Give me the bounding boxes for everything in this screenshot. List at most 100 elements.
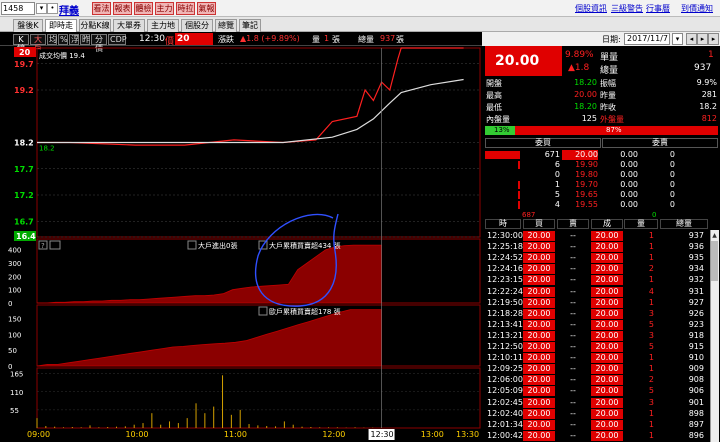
trade-cell: 5 xyxy=(648,342,654,351)
tab-4[interactable]: 主力地圖 xyxy=(147,19,179,41)
trade-cell: 20.00 xyxy=(523,308,555,319)
trade-cell: -- xyxy=(570,286,576,296)
holder-tick-label: 400 xyxy=(8,247,21,255)
chart-toggle-button[interactable]: 昨 xyxy=(80,34,90,45)
holder-tick-label: 100 xyxy=(8,287,21,295)
chart-toggle-button[interactable]: % xyxy=(58,34,68,45)
stat-value: 18.20 xyxy=(574,102,597,111)
trade-cell: 12:13:21 xyxy=(487,330,523,340)
bid-depth-bar xyxy=(485,151,520,159)
symbol-input[interactable]: 1458 xyxy=(1,2,35,15)
stat-value-2: 281 xyxy=(701,90,717,99)
func-button[interactable]: 主力 xyxy=(155,2,174,15)
trade-cell: 2 xyxy=(648,375,654,385)
tab-6[interactable]: 總覽 xyxy=(215,19,237,32)
retail-cum-label: 歐戶累積買賣超178 張 xyxy=(269,307,341,316)
trade-cell: 12:13:41 xyxy=(487,319,523,329)
trade-cell: 20.00 xyxy=(591,275,623,286)
chart-toggle-button[interactable]: CDP xyxy=(108,34,127,45)
last-price: 20.00 xyxy=(485,46,562,76)
chart-toggle-button[interactable]: 浮 xyxy=(69,34,79,45)
search-icon[interactable]: • xyxy=(47,3,58,14)
chart-toggle-button[interactable]: K線 xyxy=(13,34,29,53)
trade-cell: 20.00 xyxy=(591,386,623,397)
tab-5[interactable]: 個股分析 xyxy=(181,19,213,41)
trade-cell: 20.00 xyxy=(591,430,623,441)
trade-cell: 12:18:28 xyxy=(487,308,523,318)
intraday-chart[interactable]: 19.7 19.2 18.2 17.7 17.2 16.7 16.4 20 18.2 成交均價 1… xyxy=(0,46,482,442)
big-holder-area xyxy=(37,244,383,304)
func-button[interactable]: 時拉 xyxy=(176,2,195,15)
trade-cell: 20.00 xyxy=(523,275,555,286)
ask-price: 0.00 xyxy=(620,180,638,189)
chart-toggle-button[interactable]: 分價 xyxy=(91,34,107,53)
bid-price: 20.00 xyxy=(562,150,598,160)
trade-cell: 901 xyxy=(688,397,704,407)
dropdown-arrow-icon[interactable]: ▾ xyxy=(36,3,47,14)
trade-cell: 20.00 xyxy=(591,353,623,364)
tab-3[interactable]: 大單券商 xyxy=(113,19,145,41)
scrollbar-thumb[interactable] xyxy=(711,241,718,281)
trade-cell: 20.00 xyxy=(591,342,623,352)
ask-qty: 0 xyxy=(669,160,675,169)
next-day-button[interactable]: ▸ xyxy=(697,33,708,45)
trade-cell: -- xyxy=(570,430,576,440)
change-label: 漲跌 xyxy=(218,35,234,44)
top-link[interactable]: 三級警告 xyxy=(611,3,643,14)
time-tick-label: 12:00 xyxy=(322,430,345,439)
trade-cell: 12:10:11 xyxy=(487,353,523,363)
tab-0[interactable]: 盤後K線 xyxy=(13,19,43,41)
trade-cell: 20.00 xyxy=(591,297,623,308)
bid-qty: 0 xyxy=(554,170,560,179)
holder-tick-label: 0 xyxy=(8,300,12,308)
time-tick-label: 11:00 xyxy=(224,430,247,439)
trade-cell: 1 xyxy=(648,430,654,440)
trade-cell: 1 xyxy=(648,275,654,285)
ask-price: 0.00 xyxy=(620,160,638,169)
total-volume-value: 937 xyxy=(380,34,396,43)
tab-1[interactable]: 即時走勢 xyxy=(45,19,77,41)
stat-value: 20.00 xyxy=(574,90,597,99)
date-label: 日期: xyxy=(602,35,621,44)
top-link[interactable]: 行事曆 xyxy=(646,3,670,14)
view-tabs: 盤後K線即時走勢分點K線大單券商主力地圖個股分析總覽筆記 xyxy=(0,17,720,41)
func-button[interactable]: 氣報 xyxy=(197,2,216,15)
stat-label-2: 昨量 xyxy=(600,91,616,100)
total-volume-label: 總量 xyxy=(358,35,374,44)
date-dropdown-icon[interactable]: ▾ xyxy=(672,33,683,45)
trade-cell: 20.00 xyxy=(523,397,555,408)
price-tick-label: 17.2 xyxy=(14,191,34,200)
stat-label-2: 振幅 xyxy=(600,79,616,88)
prev-day-button[interactable]: ◂ xyxy=(686,33,697,45)
ask-price: 0.00 xyxy=(620,190,638,199)
tab-7[interactable]: 筆記 xyxy=(239,19,261,32)
holder-tick-label: 300 xyxy=(8,260,21,268)
trade-cell: 20.00 xyxy=(591,375,623,386)
trade-cell: 20.00 xyxy=(523,286,555,297)
stat-label: 最低 xyxy=(486,103,502,112)
chart-control-bar: K線大戶均%浮昨分價CDP 12:30 價 20 漲跌 ▲1.8 (+9.89%… xyxy=(0,32,482,53)
scroll-up-icon[interactable]: ▲ xyxy=(711,232,718,239)
func-button[interactable]: 報表 xyxy=(113,2,132,15)
top-link[interactable]: 到價通知 xyxy=(681,3,713,14)
trade-cell: 898 xyxy=(688,408,704,418)
reset-date-button[interactable]: ▸ xyxy=(708,33,719,45)
func-button[interactable]: 體檢 xyxy=(134,2,153,15)
chart-toggle-button[interactable]: 大戶 xyxy=(30,34,46,53)
trade-cell: 20.00 xyxy=(523,375,555,386)
ask-qty: 0 xyxy=(669,170,675,179)
tab-2[interactable]: 分點K線 xyxy=(79,19,111,32)
stat-label: 內盤量 xyxy=(486,115,510,124)
date-input[interactable]: 2017/11/7 xyxy=(624,33,670,45)
top-link[interactable]: 個股資訊 xyxy=(575,3,607,14)
func-button[interactable]: 看法 xyxy=(92,2,111,15)
unit-volume-value: 1 xyxy=(708,50,714,60)
trade-cell: 12:25:18 xyxy=(487,242,523,252)
bid-price: 19.70 xyxy=(575,180,598,189)
chart-toggle-button[interactable]: 均 xyxy=(47,34,57,45)
stat-value-2: 812 xyxy=(701,114,717,123)
trade-cell: 5 xyxy=(648,386,654,396)
ask-qty: 0 xyxy=(669,200,675,209)
price-tick-label: 19.2 xyxy=(14,86,34,95)
stock-name-link[interactable]: 拜義 xyxy=(59,2,79,17)
